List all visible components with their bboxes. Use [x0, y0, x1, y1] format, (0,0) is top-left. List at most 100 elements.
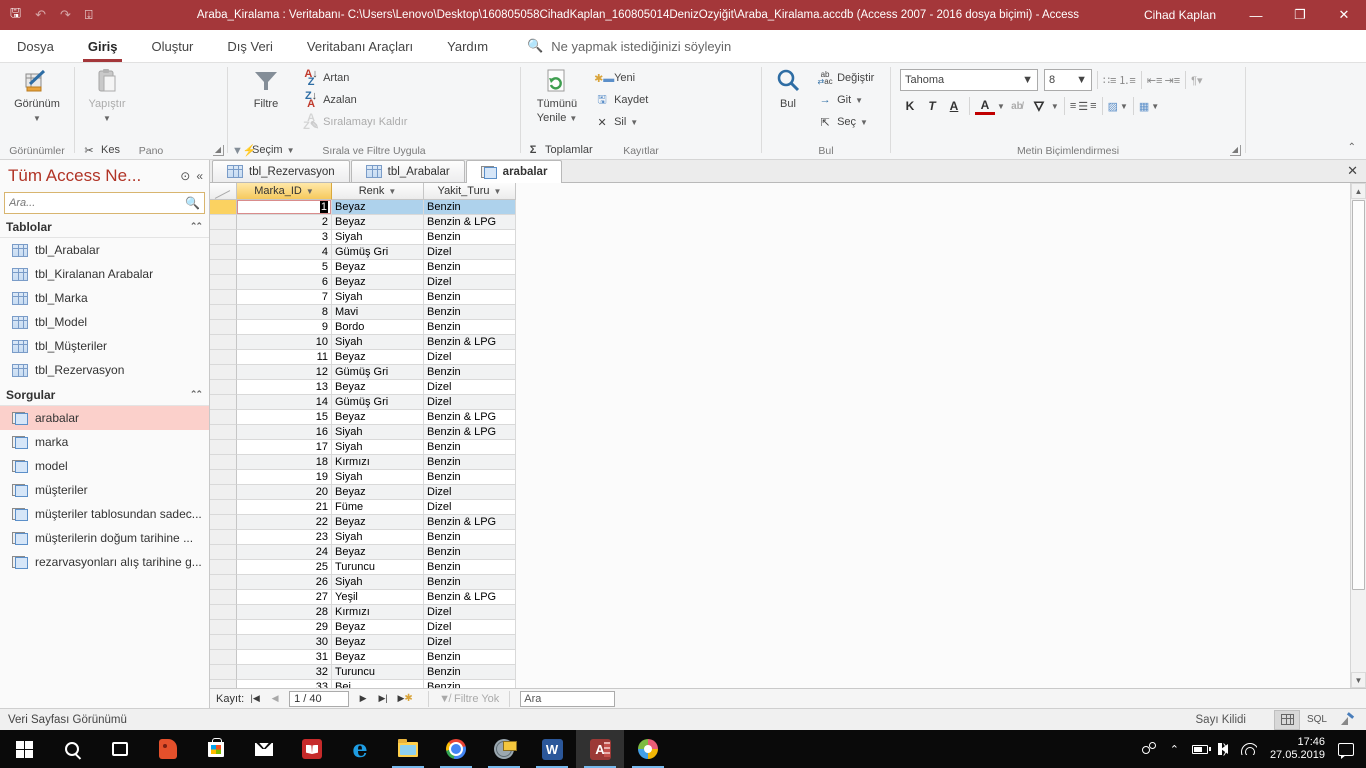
cell-marka-id[interactable]: 7: [237, 290, 332, 305]
cell-marka-id[interactable]: 17: [237, 440, 332, 455]
cell-renk[interactable]: Beyaz: [332, 485, 424, 500]
cell-renk[interactable]: Bordo: [332, 320, 424, 335]
cell-marka-id[interactable]: 30: [237, 635, 332, 650]
nav-item-müşteriler[interactable]: müşteriler: [0, 478, 209, 502]
cell-yakit-turu[interactable]: Benzin: [424, 260, 516, 275]
sort-ascending-button[interactable]: A↓Z Artan: [299, 67, 427, 89]
cell-renk[interactable]: Beyaz: [332, 275, 424, 290]
row-selector[interactable]: [210, 320, 237, 335]
paragraph-direction-icon[interactable]: ¶▾: [1191, 74, 1202, 87]
cell-marka-id[interactable]: 14: [237, 395, 332, 410]
nav-section-query[interactable]: Sorgular⌃⌃: [0, 384, 209, 406]
cell-marka-id[interactable]: 5: [237, 260, 332, 275]
numbered-list-icon[interactable]: ⒈≡: [1118, 72, 1135, 88]
cell-marka-id[interactable]: 33: [237, 680, 332, 688]
filter-dropdown-icon[interactable]: ▼: [388, 187, 396, 196]
cell-renk[interactable]: Beyaz: [332, 650, 424, 665]
font-size-combo[interactable]: 8 ▼: [1044, 69, 1092, 91]
nav-item-tbl-arabalar[interactable]: tbl_Arabalar: [0, 238, 209, 262]
vertical-scrollbar[interactable]: ▲ ▼: [1350, 183, 1366, 688]
ribbon-tab-giriş[interactable]: Giriş: [71, 30, 135, 62]
shutter-close-icon[interactable]: «: [196, 169, 203, 183]
cell-yakit-turu[interactable]: Dizel: [424, 605, 516, 620]
cell-yakit-turu[interactable]: Dizel: [424, 635, 516, 650]
record-position[interactable]: 1 / 40: [289, 691, 349, 707]
cell-marka-id[interactable]: 25: [237, 560, 332, 575]
row-selector[interactable]: [210, 425, 237, 440]
row-selector[interactable]: [210, 470, 237, 485]
cell-yakit-turu[interactable]: Benzin: [424, 545, 516, 560]
signed-in-user[interactable]: Cihad Kaplan: [1126, 8, 1234, 22]
save-icon[interactable]: 🖫: [10, 4, 21, 26]
bullet-list-icon[interactable]: ∷≡: [1103, 74, 1116, 87]
goto-button[interactable]: → Git ▼: [813, 89, 887, 111]
row-selector[interactable]: [210, 560, 237, 575]
app-figure[interactable]: [144, 730, 192, 768]
cell-yakit-turu[interactable]: Benzin & LPG: [424, 335, 516, 350]
cell-marka-id[interactable]: 19: [237, 470, 332, 485]
row-selector[interactable]: [210, 305, 237, 320]
italic-button[interactable]: T: [922, 95, 942, 117]
cell-yakit-turu[interactable]: Benzin: [424, 320, 516, 335]
cell-yakit-turu[interactable]: Dizel: [424, 350, 516, 365]
last-record-icon[interactable]: ▶|: [374, 693, 392, 704]
filter-dropdown-icon[interactable]: ▼: [306, 187, 314, 196]
globe-mail-app[interactable]: [480, 730, 528, 768]
gridlines-icon[interactable]: ▨: [1108, 100, 1118, 113]
sort-descending-button[interactable]: Z↓A Azalan: [299, 89, 427, 111]
ribbon-tab-veritabanı-araçları[interactable]: Veritabanı Araçları: [290, 30, 430, 62]
record-search-input[interactable]: [520, 691, 615, 707]
cell-marka-id[interactable]: 9: [237, 320, 332, 335]
nav-item-tbl-marka[interactable]: tbl_Marka: [0, 286, 209, 310]
scroll-down-icon[interactable]: ▼: [1351, 672, 1366, 688]
cell-yakit-turu[interactable]: Benzin: [424, 470, 516, 485]
decrease-indent-icon[interactable]: ⇤≡: [1147, 74, 1163, 87]
clipboard-dialog-launcher[interactable]: ◢: [213, 145, 224, 156]
cell-renk[interactable]: Gümüş Gri: [332, 395, 424, 410]
cell-marka-id[interactable]: 4: [237, 245, 332, 260]
cell-yakit-turu[interactable]: Benzin: [424, 560, 516, 575]
row-selector[interactable]: [210, 200, 237, 215]
nav-item-marka[interactable]: marka: [0, 430, 209, 454]
first-record-icon[interactable]: |◀: [246, 693, 264, 704]
cell-renk[interactable]: Beyaz: [332, 620, 424, 635]
align-right-icon[interactable]: ≡: [1090, 100, 1096, 112]
cell-renk[interactable]: Gümüş Gri: [332, 245, 424, 260]
row-selector[interactable]: [210, 620, 237, 635]
cell-renk[interactable]: Siyah: [332, 290, 424, 305]
cell-yakit-turu[interactable]: Benzin: [424, 680, 516, 688]
cell-marka-id[interactable]: 26: [237, 575, 332, 590]
cell-marka-id[interactable]: 2: [237, 215, 332, 230]
collapse-ribbon-icon[interactable]: ⌃: [1348, 142, 1356, 153]
cell-renk[interactable]: Beyaz: [332, 215, 424, 230]
cell-marka-id[interactable]: 24: [237, 545, 332, 560]
row-selector[interactable]: [210, 245, 237, 260]
highlight-color-button[interactable]: ab̸: [1007, 95, 1027, 117]
cell-renk[interactable]: Yeşil: [332, 590, 424, 605]
cell-yakit-turu[interactable]: Dizel: [424, 500, 516, 515]
scroll-up-icon[interactable]: ▲: [1351, 183, 1366, 199]
cell-yakit-turu[interactable]: Benzin: [424, 440, 516, 455]
document-tab-tbl-arabalar[interactable]: tbl_Arabalar: [351, 160, 465, 182]
edge-browser[interactable]: e: [336, 730, 384, 768]
cell-renk[interactable]: Siyah: [332, 425, 424, 440]
cell-marka-id[interactable]: 3: [237, 230, 332, 245]
new-record-button[interactable]: ✱▬ Yeni: [590, 67, 668, 89]
cell-renk[interactable]: Siyah: [332, 575, 424, 590]
battery-icon[interactable]: [1192, 745, 1208, 754]
cell-renk[interactable]: Bej: [332, 680, 424, 688]
cell-renk[interactable]: Siyah: [332, 335, 424, 350]
row-selector[interactable]: [210, 665, 237, 680]
align-center-icon[interactable]: ☰: [1078, 100, 1088, 113]
cell-renk[interactable]: Gümüş Gri: [332, 365, 424, 380]
cell-yakit-turu[interactable]: Benzin: [424, 530, 516, 545]
datasheet-view-button[interactable]: [1274, 710, 1300, 730]
row-selector[interactable]: [210, 605, 237, 620]
search-icon[interactable]: 🔍: [185, 196, 200, 210]
task-view[interactable]: [96, 730, 144, 768]
row-selector[interactable]: [210, 500, 237, 515]
fill-color-button[interactable]: 🜄: [1029, 95, 1049, 117]
nav-item-rezarvasyonları-alış-tarihine-g[interactable]: rezarvasyonları alış tarihine g...: [0, 550, 209, 574]
save-record-button[interactable]: 🖫 Kaydet: [590, 89, 668, 111]
customize-qat-icon[interactable]: ⍗: [85, 7, 93, 23]
